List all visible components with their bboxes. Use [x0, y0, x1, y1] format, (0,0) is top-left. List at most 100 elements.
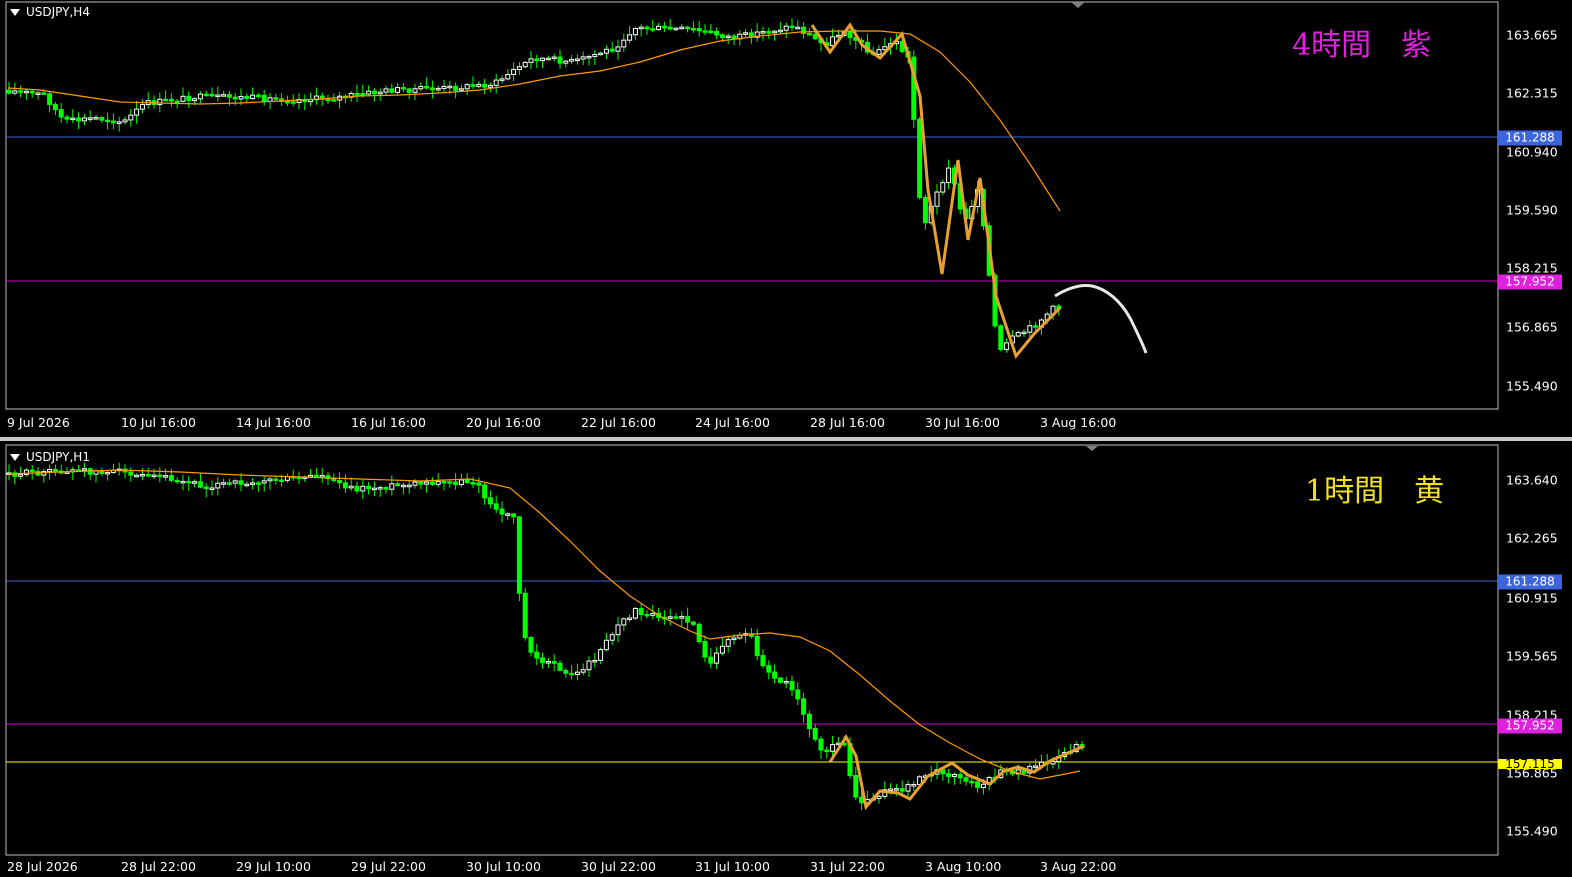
triangle-down-icon[interactable] [10, 453, 20, 461]
price-badge-blue: 161.288 [1498, 574, 1562, 590]
candle-body [789, 25, 795, 29]
candle-body [163, 98, 169, 102]
candle-body [638, 26, 644, 30]
x-tick: 31 Jul 10:00 [695, 859, 770, 874]
shift-marker-icon [1086, 446, 1098, 451]
candle-body [482, 484, 488, 499]
candle-body [516, 516, 522, 594]
candle-body [876, 795, 882, 800]
candle-body [418, 481, 424, 485]
candle-body [667, 616, 673, 619]
candle-body [673, 27, 679, 31]
h4-symbol-label: USDJPY,H4 [10, 5, 90, 19]
candle-body [267, 478, 273, 482]
candle-body [105, 471, 111, 475]
candle-body [830, 744, 836, 752]
candle-body [203, 486, 209, 490]
candle-body [812, 33, 818, 40]
h1-chart-panel[interactable]: USDJPY,H1 1時間 黄 163.640 162.265 160.915 … [0, 441, 1572, 877]
candle-body [377, 91, 383, 95]
candle-body [337, 480, 343, 484]
candle-body [714, 652, 720, 664]
candle-body [244, 96, 250, 99]
candle-body [563, 669, 569, 674]
candle-body [255, 94, 261, 98]
candle-body [319, 475, 325, 478]
candle-body [545, 57, 551, 61]
candle-body [6, 89, 12, 94]
h4-zigzag [810, 22, 1062, 360]
candle-body [540, 657, 546, 664]
candle-body [99, 117, 105, 121]
candle-body [412, 88, 418, 93]
candle-body [574, 58, 580, 62]
candle-body [609, 634, 615, 641]
candle-body [777, 29, 783, 33]
candle-body [180, 95, 186, 102]
candle-body [731, 637, 737, 641]
candle-body [487, 497, 493, 505]
candle-body [325, 98, 331, 102]
x-tick: 3 Aug 10:00 [925, 859, 1002, 874]
x-tick: 28 Jul 16:00 [810, 415, 885, 430]
candle-body [505, 513, 511, 516]
candle-body [342, 482, 348, 489]
candle-body [725, 35, 731, 39]
x-tick: 30 Jul 16:00 [925, 415, 1000, 430]
candle-body [470, 482, 476, 485]
candle-body [116, 121, 122, 124]
price-badge-magenta: 157.952 [1498, 274, 1562, 290]
candle-body [679, 26, 685, 30]
candle-body [412, 481, 418, 486]
candle-body [725, 639, 731, 647]
shift-marker-icon [1071, 2, 1085, 8]
candle-body [238, 480, 244, 485]
candle-body [157, 474, 163, 478]
candle-body [673, 616, 679, 619]
h4-moving-average [7, 30, 1061, 212]
candle-body [354, 485, 360, 492]
candle-body [23, 90, 29, 94]
candle-body [348, 485, 354, 489]
y-tick: 163.665 [1506, 27, 1558, 43]
candle-body [592, 659, 598, 663]
candle-body [777, 677, 783, 683]
candle-body [435, 480, 441, 485]
candle-body [12, 90, 18, 94]
h4-chart-canvas[interactable] [0, 0, 1572, 437]
h4-chart-panel[interactable]: USDJPY,H4 4時間 紫 163.665 162.315 160.940 … [0, 0, 1572, 437]
candle-body [122, 119, 128, 123]
candle-body [975, 781, 981, 788]
y-tick: 160.940 [1506, 144, 1558, 160]
candle-body [493, 79, 499, 86]
candle-body [685, 616, 691, 623]
candle-body [969, 780, 975, 784]
candle-body [615, 46, 621, 52]
candle-body [534, 58, 540, 62]
candle-body [76, 117, 82, 122]
candle-body [557, 662, 563, 671]
candle-body [400, 484, 406, 488]
candle-body [482, 83, 488, 88]
candle-body [795, 689, 801, 700]
candle-body [580, 669, 586, 673]
x-tick: 28 Jul 2026 [7, 859, 78, 874]
candle-body [1027, 325, 1033, 333]
candle-body [441, 85, 447, 89]
candle-body [458, 88, 464, 91]
candle-body [980, 783, 986, 788]
candle-body [946, 773, 952, 777]
candle-body [569, 672, 575, 676]
candle-body [963, 777, 969, 782]
candle-body [499, 78, 505, 81]
candle-body [644, 613, 650, 617]
candle-body [766, 665, 772, 673]
candle-body [128, 471, 134, 476]
triangle-down-icon[interactable] [10, 8, 20, 16]
candle-body [696, 28, 702, 32]
candle-body [447, 481, 453, 484]
candle-body [18, 90, 24, 93]
candle-body [93, 117, 99, 120]
candle-body [464, 479, 470, 484]
h4-candles [6, 18, 1062, 353]
